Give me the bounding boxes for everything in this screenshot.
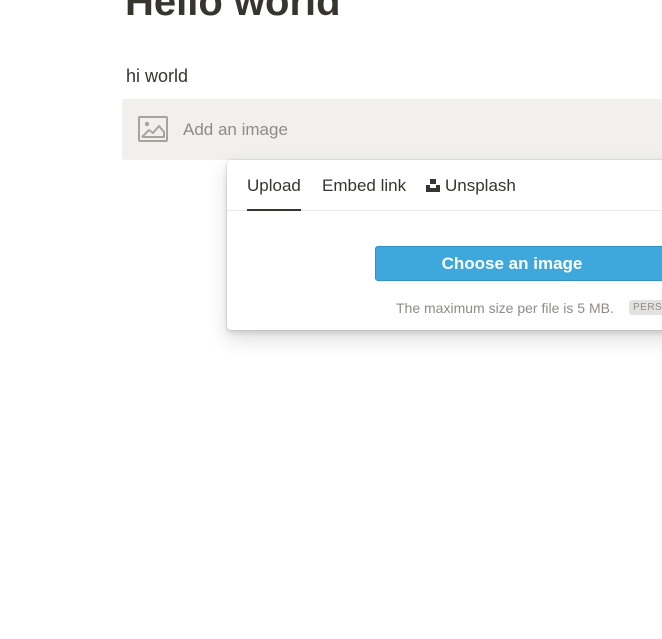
- tab-embed-link[interactable]: Embed link: [322, 175, 406, 197]
- text-block[interactable]: hi world: [126, 64, 188, 88]
- image-block-placeholder[interactable]: Add an image: [122, 99, 662, 160]
- active-tab-indicator: [247, 209, 301, 211]
- max-size-note: The maximum size per file is 5 MB.: [396, 300, 614, 316]
- notion-page: Hello world hi world Add an image Upload…: [0, 0, 662, 639]
- tab-upload-label: Upload: [247, 176, 301, 195]
- tab-unsplash-label: Unsplash: [445, 176, 516, 195]
- tab-embed-link-label: Embed link: [322, 176, 407, 195]
- choose-image-button[interactable]: Choose an image: [375, 246, 662, 281]
- page-title[interactable]: Hello world: [125, 0, 341, 26]
- popover-tabs: Upload Embed link Unsplash: [227, 160, 662, 211]
- image-icon: [138, 116, 168, 142]
- tab-unsplash[interactable]: Unsplash: [426, 175, 516, 198]
- unsplash-icon: [426, 176, 440, 198]
- image-placeholder-label: Add an image: [183, 120, 288, 139]
- plan-badge: PERS: [629, 300, 662, 315]
- tab-upload[interactable]: Upload: [247, 175, 301, 211]
- image-upload-popover: Upload Embed link Unsplash Choose an ima…: [227, 160, 662, 330]
